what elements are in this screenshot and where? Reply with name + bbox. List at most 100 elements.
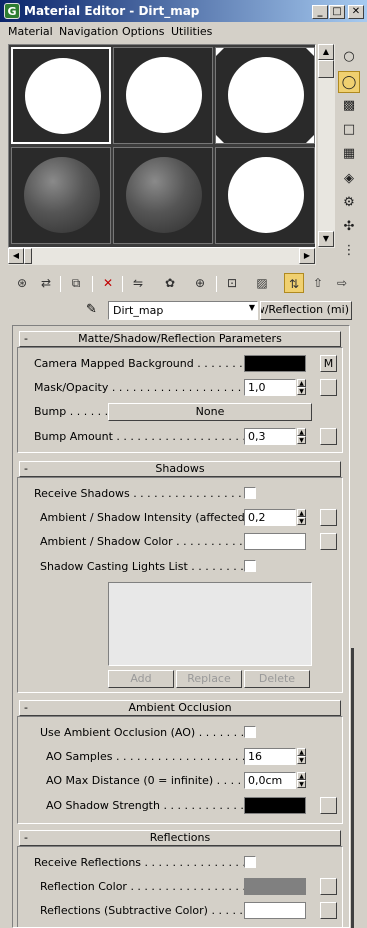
ambient-color-map-button[interactable] [320, 533, 337, 550]
material-effects-channel-icon[interactable]: ⊡ [222, 273, 242, 293]
go-forward-to-sibling-icon[interactable]: ⇨ [332, 273, 352, 293]
mask-opacity-spinner[interactable]: 1,0 ▲ ▼ [244, 379, 306, 396]
menu-utilities[interactable]: Utilities [171, 25, 212, 38]
spin-up-icon[interactable]: ▲ [297, 379, 306, 387]
ambient-color-swatch[interactable] [244, 533, 306, 550]
video-color-check-icon[interactable]: ▦ [338, 143, 360, 165]
put-to-library-icon[interactable]: ⊕ [190, 273, 210, 293]
spin-down-icon[interactable]: ▼ [297, 387, 306, 395]
minimize-button[interactable]: _ [312, 5, 328, 19]
scroll-down-icon[interactable]: ▼ [318, 231, 334, 247]
spin-down-icon[interactable]: ▼ [297, 756, 306, 764]
sample-slot-3[interactable] [215, 47, 315, 144]
ao-strength-label: AO Shadow Strength . . . . . . . . . . .… [46, 799, 244, 812]
shadow-lights-checkbox[interactable] [244, 560, 256, 572]
sample-type-sphere-icon[interactable]: ○ [338, 46, 360, 68]
go-to-parent-icon[interactable]: ⇧ [308, 273, 328, 293]
menu-material[interactable]: Material [8, 25, 53, 38]
ao-max-distance-spinner[interactable]: 0,0cm ▲ ▼ [244, 772, 306, 789]
select-by-material-icon[interactable]: ✣ [338, 216, 360, 238]
sample-slot-2[interactable] [113, 47, 213, 144]
reflections-subtractive-swatch[interactable] [244, 902, 306, 919]
receive-reflections-checkbox[interactable] [244, 856, 256, 868]
rollout-matte-header[interactable]: - Matte/Shadow/Reflection Parameters [19, 331, 341, 347]
reflection-color-map-button[interactable] [320, 878, 337, 895]
ambient-intensity-map-button[interactable] [320, 509, 337, 526]
mask-opacity-value[interactable]: 1,0 [244, 379, 296, 396]
sample-slot-6[interactable] [215, 147, 315, 244]
get-material-icon[interactable]: ⊛ [12, 273, 32, 293]
sample-sphere [126, 157, 202, 233]
ao-samples-spinner[interactable]: 16 ▲ ▼ [244, 748, 306, 765]
app-icon[interactable]: G [4, 3, 20, 19]
chevron-down-icon[interactable]: ▼ [249, 303, 255, 312]
spin-down-icon[interactable]: ▼ [297, 780, 306, 788]
delete-light-button[interactable]: Delete [244, 670, 310, 688]
put-to-scene-icon[interactable]: ⇄ [36, 273, 56, 293]
lights-listbox[interactable] [108, 582, 312, 666]
assign-to-selection-icon[interactable]: ⧉ [66, 273, 86, 293]
reflections-subtractive-map-button[interactable] [320, 902, 337, 919]
ambient-intensity-value[interactable]: 0,2 [244, 509, 296, 526]
reflection-color-swatch[interactable] [244, 878, 306, 895]
mask-map-button[interactable] [320, 379, 337, 396]
make-unique-icon[interactable]: ✿ [160, 273, 180, 293]
material-name-field[interactable]: Dirt_map ▼ [108, 301, 258, 320]
bump-amount-value[interactable]: 0,3 [244, 428, 296, 445]
spin-up-icon[interactable]: ▲ [297, 772, 306, 780]
background-checker-icon[interactable]: ▩ [338, 95, 360, 117]
menu-navigation[interactable]: Navigation [59, 25, 118, 38]
material-type-button[interactable]: w/Reflection (mi) [260, 301, 352, 320]
sample-slot-5[interactable] [113, 147, 213, 244]
reflections-subtractive-label: Reflections (Subtractive Color) . . . . … [40, 904, 244, 917]
bump-map-button[interactable]: None [108, 403, 312, 421]
sample-uv-tiling-icon[interactable]: □ [338, 119, 360, 141]
bump-amount-spinner[interactable]: 0,3 ▲ ▼ [244, 428, 306, 445]
bump-amount-map-button[interactable] [320, 428, 337, 445]
eyedropper-icon[interactable]: ✎ [86, 302, 97, 317]
scroll-thumb[interactable] [318, 60, 334, 78]
hot-material-corner-icon [216, 135, 224, 143]
camera-bg-map-button[interactable]: M [320, 355, 337, 372]
spin-up-icon[interactable]: ▲ [297, 748, 306, 756]
make-copy-icon[interactable]: ⇋ [128, 273, 148, 293]
rollout-shadows-header[interactable]: - Shadows [19, 461, 341, 477]
spin-down-icon[interactable]: ▼ [297, 517, 306, 525]
replace-light-button[interactable]: Replace [176, 670, 242, 688]
receive-shadows-checkbox[interactable] [244, 487, 256, 499]
show-map-in-viewport-icon[interactable]: ▨ [252, 273, 272, 293]
spin-down-icon[interactable]: ▼ [297, 436, 306, 444]
menu-options[interactable]: Options [122, 25, 164, 38]
scroll-thumb[interactable] [24, 248, 32, 264]
ambient-intensity-spinner[interactable]: 0,2 ▲ ▼ [244, 509, 306, 526]
use-ao-checkbox[interactable] [244, 726, 256, 738]
sample-slot-1[interactable] [11, 47, 111, 144]
scroll-up-icon[interactable]: ▲ [318, 44, 334, 60]
make-preview-icon[interactable]: ◈ [338, 168, 360, 190]
sample-horizontal-scrollbar[interactable]: ◀ ▶ [8, 248, 316, 265]
options-icon[interactable]: ⚙ [338, 192, 360, 214]
backlight-icon[interactable]: ◯ [338, 71, 360, 93]
camera-bg-swatch[interactable] [244, 355, 306, 372]
scroll-left-icon[interactable]: ◀ [8, 248, 24, 264]
maximize-button[interactable]: □ [329, 5, 345, 19]
sample-slot-4[interactable] [11, 147, 111, 244]
add-light-button[interactable]: Add [108, 670, 174, 688]
ao-strength-map-button[interactable] [320, 797, 337, 814]
ao-max-distance-value[interactable]: 0,0cm [244, 772, 296, 789]
ao-samples-value[interactable]: 16 [244, 748, 296, 765]
rollout-reflections-body: Receive Reflections . . . . . . . . . . … [17, 846, 343, 927]
material-map-navigator-icon[interactable]: ⋮ [338, 240, 360, 262]
reset-map-icon[interactable]: ✕ [98, 273, 118, 293]
rollout-shadows-body: Receive Shadows . . . . . . . . . . . . … [17, 477, 343, 693]
close-button[interactable]: ✕ [348, 5, 364, 19]
rollout-ao-header[interactable]: - Ambient Occlusion [19, 700, 341, 716]
spin-up-icon[interactable]: ▲ [297, 428, 306, 436]
rollout-reflections-header[interactable]: - Reflections [19, 830, 341, 846]
scroll-right-icon[interactable]: ▶ [299, 248, 315, 264]
ao-strength-swatch[interactable] [244, 797, 306, 814]
show-end-result-icon[interactable]: ⇅ [284, 273, 304, 293]
panel-scrollbar[interactable] [351, 648, 354, 928]
spin-up-icon[interactable]: ▲ [297, 509, 306, 517]
sample-vertical-scrollbar[interactable]: ▲ ▼ [318, 44, 335, 248]
